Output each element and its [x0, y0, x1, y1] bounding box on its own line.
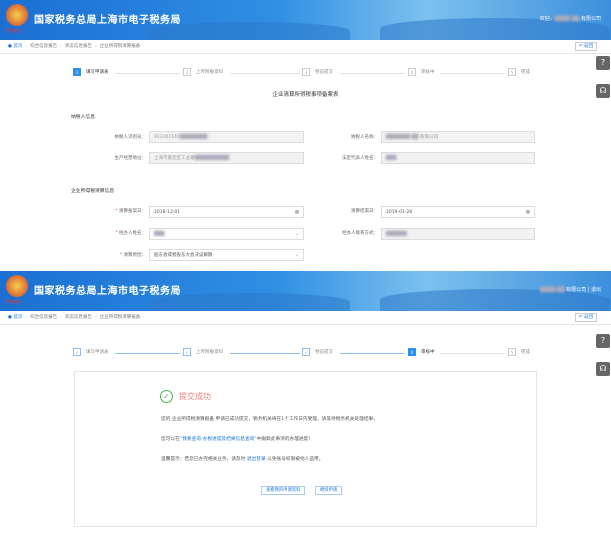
step-5: 5 完成	[508, 68, 530, 76]
breadcrumb-item: 企业所得税清算报备	[99, 44, 141, 49]
agent-contact-label: 经办人联系方式：	[342, 231, 378, 236]
progress-steps: ✓ 填写申请表 ✓ 上传附报资料 ✓ 预览提交 4 审核中 5 完成	[70, 348, 540, 358]
breadcrumb-home[interactable]: ● 首页	[8, 44, 22, 49]
breadcrumb-item[interactable]: 综合信息报告	[30, 44, 57, 49]
company-name: 有限公司	[580, 16, 601, 22]
agent-contact-field: ██████	[381, 228, 535, 240]
chevron-down-icon: ⌄	[295, 253, 299, 258]
agent-name-label: * 经办人姓名：	[115, 231, 146, 236]
step-3: ✓ 预览提交	[302, 348, 333, 356]
logout-hint: 温馨提示：若您已办完相关业务，请及时 退出登录 以免账号权限被他人盗用。	[161, 457, 324, 462]
site-title: 国家税务总局上海市电子税务局	[34, 286, 181, 297]
site-header: 中国税务 国家税务总局上海市电子税务局 ████ ██ 有限公司 | 退出	[0, 271, 611, 311]
reason-select[interactable]: 股东会或者股东大会决议解散 ⌄	[149, 249, 304, 261]
user-name: ████ ██	[554, 16, 580, 22]
step-2: ✓ 上传附报资料	[183, 348, 223, 356]
site-title: 国家税务总局上海市电子税务局	[34, 15, 181, 26]
success-screen: 中国税务 国家税务总局上海市电子税务局 ████ ██ 有限公司 | 退出 ● …	[0, 271, 611, 539]
calendar-icon: ▦	[294, 210, 299, 215]
breadcrumb-item[interactable]: 状态信息报告	[65, 44, 92, 49]
welcome-text: 欢迎，	[539, 16, 555, 22]
site-header: 中国税务 国家税务总局上海市电子税务局 欢迎，████ ██ 有限公司	[0, 0, 611, 40]
emblem-text: 中国税务	[5, 28, 21, 33]
form-title: 企业清算所得税事项备案表	[272, 92, 339, 98]
check-circle-icon: ✓	[160, 390, 173, 403]
view-application-button[interactable]: 查看我的申请资料	[261, 486, 306, 495]
form-screen: 中国税务 国家税务总局上海市电子税务局 欢迎，████ ██ 有限公司 ● 首页…	[0, 0, 611, 266]
taxpayer-name-label: 纳税人名称：	[351, 135, 378, 140]
progress-hint: 您可以在“我要查询-办税进度及结果信息查询”中跟踪此事项的办理进度！	[161, 437, 313, 442]
step-1: 1 填写申请表	[73, 68, 109, 76]
breadcrumb-item: 企业所得税清算报备	[99, 315, 141, 320]
taxpayer-name-field: ███████ ██ 有限公司	[381, 131, 535, 143]
calendar-icon: ▦	[525, 210, 530, 215]
step-2: 2 上传附报资料	[183, 68, 223, 76]
headset-icon[interactable]: ☊	[596, 362, 610, 376]
query-link[interactable]: “我要查询-办税进度及结果信息查询”	[180, 437, 257, 442]
breadcrumb-home[interactable]: ● 首页	[8, 315, 22, 320]
end-date-input[interactable]: 2019-01-28 ▦	[381, 206, 535, 218]
step-4: 4 审核中	[408, 348, 435, 356]
back-button[interactable]: ↶ 返回	[574, 313, 597, 322]
logout-link[interactable]: 退出登录	[247, 457, 266, 462]
agent-name-select[interactable]: ███ ⌄	[149, 228, 304, 240]
chevron-down-icon: ⌄	[295, 232, 299, 237]
step-4: 4 审核中	[408, 68, 435, 76]
start-date-input[interactable]: 2018-12-01 ▦	[149, 206, 304, 218]
continue-apply-button[interactable]: 继续申请	[315, 486, 343, 495]
step-1: ✓ 填写申请表	[73, 348, 109, 356]
tax-emblem-icon	[6, 4, 28, 26]
end-date-label: 清算结束日：	[351, 209, 378, 214]
user-info: 欢迎，████ ██ 有限公司	[540, 15, 601, 22]
address-field: 上海市嘉定区工业路██████████	[149, 152, 304, 164]
taxpayer-id-label: 纳税人识别号：	[114, 135, 147, 140]
start-date-label: * 清算备案日：	[115, 209, 146, 214]
section-taxpayer-info: 纳税人信息	[71, 115, 95, 120]
reason-label: * 清算原因：	[119, 253, 146, 258]
taxpayer-id-field: 913101140████████	[149, 131, 304, 143]
address-label: 生产经营地址：	[114, 156, 147, 161]
emblem-text: 中国税务	[5, 299, 21, 304]
step-3: 3 预览提交	[302, 68, 333, 76]
legal-rep-label: 法定代表人姓名：	[342, 156, 378, 161]
user-info: ████ ██ 有限公司 | 退出	[539, 287, 601, 293]
help-icon[interactable]: ?	[596, 334, 610, 348]
progress-steps: 1 填写申请表 2 上传附报资料 3 预览提交 4 审核中 5 完成	[70, 68, 540, 78]
breadcrumb: ● 首页 › 综合信息报告 › 状态信息报告 › 企业所得税清算报备	[0, 311, 611, 325]
help-icon[interactable]: ?	[596, 56, 610, 70]
back-button[interactable]: ↶ 返回	[574, 42, 597, 51]
submit-message: 您的 企业所得税清算报备 申请已成功提交，税务机关将在1个工作日内受理，请等待税…	[161, 417, 378, 422]
tax-emblem-icon	[6, 275, 28, 297]
legal-rep-field: ███	[381, 152, 535, 164]
step-5: 5 完成	[508, 348, 530, 356]
breadcrumb-item[interactable]: 综合信息报告	[30, 315, 57, 320]
logout-link[interactable]: 退出	[591, 287, 601, 293]
section-liquidation-info: 企业所得税清算信息	[71, 189, 115, 194]
success-title: 提交成功	[179, 392, 211, 401]
breadcrumb: ● 首页 › 综合信息报告 › 状态信息报告 › 企业所得税清算报备	[0, 40, 611, 54]
result-card: ✓ 提交成功 您的 企业所得税清算报备 申请已成功提交，税务机关将在1个工作日内…	[74, 371, 537, 527]
breadcrumb-item[interactable]: 状态信息报告	[65, 315, 92, 320]
